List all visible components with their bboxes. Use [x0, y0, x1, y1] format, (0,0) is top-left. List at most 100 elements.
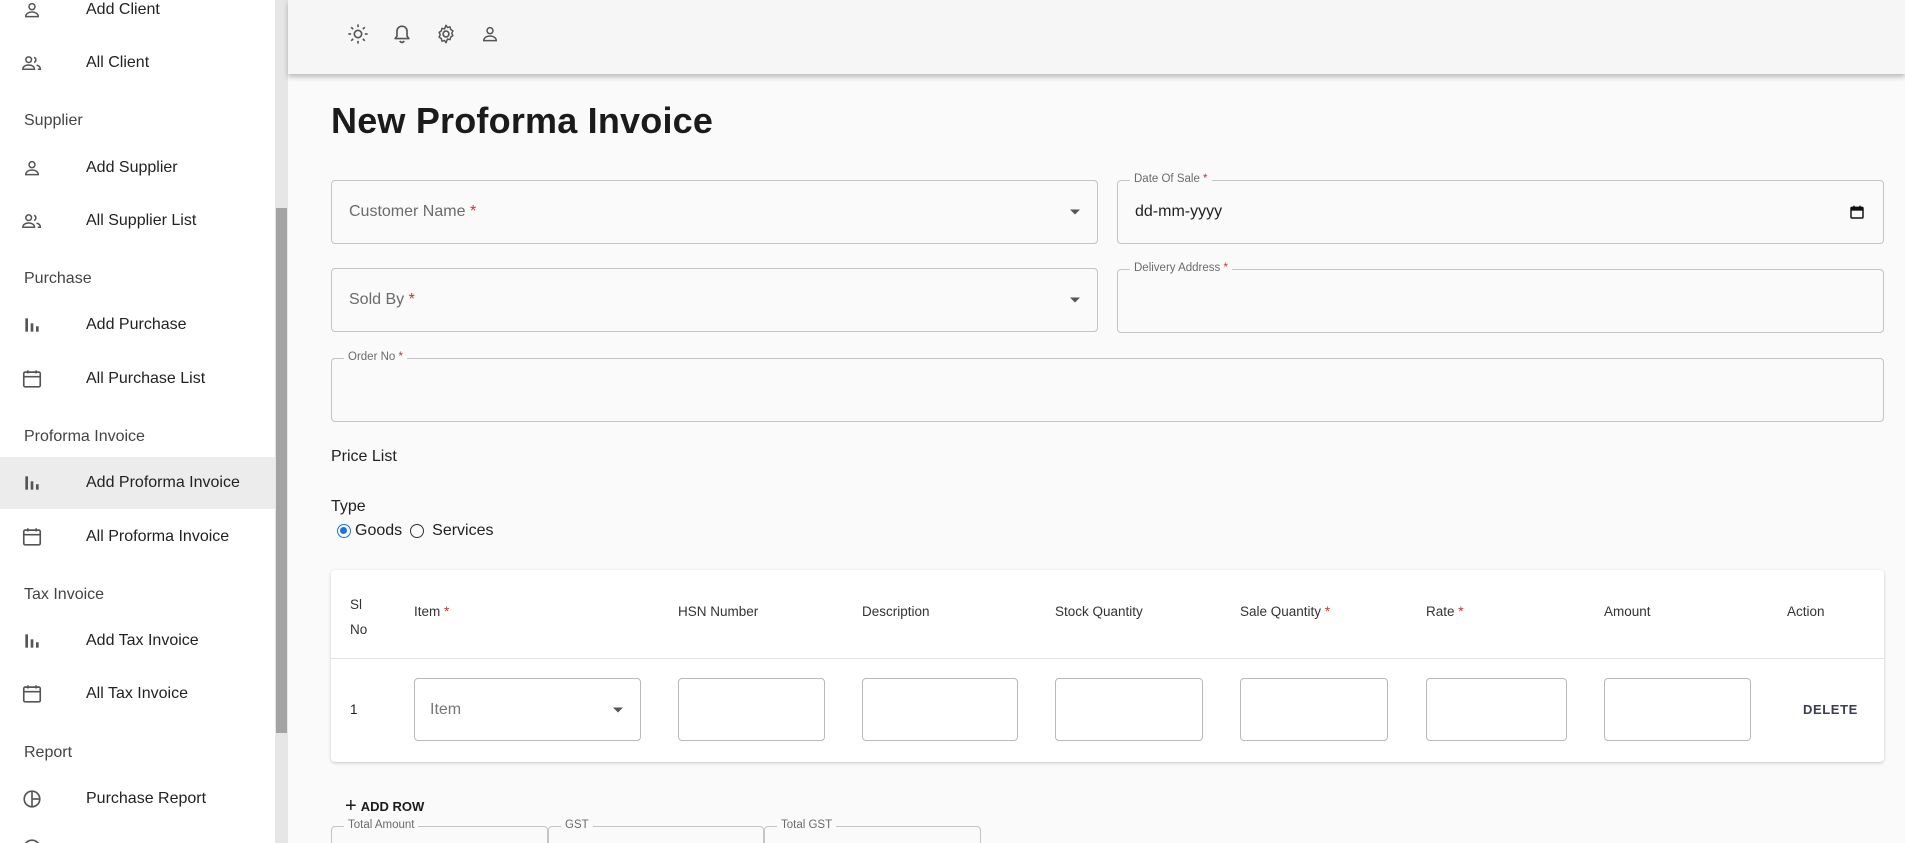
sidebar-item-label: All Tax Invoice [86, 685, 188, 702]
calendar-icon[interactable] [1849, 204, 1865, 220]
sidebar-item-purchase-report[interactable]: Purchase Report [0, 773, 275, 825]
items-table: Sl No Item * HSN Number Description Stoc… [331, 570, 1884, 762]
stock-quantity-input[interactable] [1055, 678, 1203, 741]
plus-icon: + [345, 795, 357, 817]
required-mark: * [1324, 604, 1331, 619]
sidebar-section-supplier: Supplier [24, 112, 83, 129]
total-amount-label: Total Amount [344, 819, 419, 831]
services-radio-label[interactable]: Services [432, 522, 493, 540]
sun-icon[interactable] [346, 22, 370, 46]
calendar-icon [20, 525, 44, 549]
sold-by-placeholder-text: Sold By [349, 291, 405, 308]
sidebar-item-label: Add Purchase [86, 316, 187, 333]
column-header-item-text: Item [414, 604, 441, 619]
column-header-sl-line1: Sl [350, 597, 363, 612]
column-header-sl-no: Sl No [350, 592, 367, 642]
sidebar-section-purchase: Purchase [24, 270, 92, 287]
order-no-label-text: Order No [348, 351, 396, 363]
sidebar-item-label: Add Supplier [86, 159, 178, 176]
sold-by-placeholder: Sold By * [349, 291, 415, 309]
top-app-bar [288, 0, 1905, 74]
required-mark: * [444, 604, 450, 619]
total-gst-field[interactable]: Total GST [764, 819, 981, 843]
required-mark: * [408, 291, 415, 308]
sidebar-item-all-client[interactable]: All Client [0, 37, 275, 89]
date-of-sale-label-text: Date Of Sale [1134, 173, 1200, 185]
required-mark: * [398, 351, 403, 363]
circle-icon [20, 836, 44, 843]
person-icon [20, 156, 44, 180]
sidebar-item-all-supplier-list[interactable]: All Supplier List [0, 195, 275, 247]
calendar-icon [20, 682, 44, 706]
delete-row-button[interactable]: DELETE [1803, 702, 1858, 717]
order-no-field[interactable]: Order No * [331, 351, 1884, 422]
sidebar-section-tax-invoice: Tax Invoice [24, 586, 105, 603]
sidebar-item-add-proforma-invoice[interactable]: Add Proforma Invoice [0, 457, 275, 509]
column-header-stock-quantity: Stock Quantity [1055, 604, 1143, 619]
date-of-sale-label: Date Of Sale * [1130, 173, 1212, 185]
bar-chart-icon [20, 313, 44, 337]
type-label: Type [331, 498, 366, 515]
sidebar-item-all-proforma-invoice[interactable]: All Proforma Invoice [0, 511, 275, 563]
column-header-action: Action [1787, 604, 1825, 619]
goods-radio-label[interactable]: Goods [355, 522, 402, 540]
account-icon[interactable] [478, 22, 502, 46]
sidebar-item-label: Add Tax Invoice [86, 632, 199, 649]
people-icon [20, 209, 44, 233]
sidebar: Add Client All Client Supplier Add Suppl… [0, 0, 275, 843]
column-header-sale-quantity: Sale Quantity * [1240, 604, 1330, 619]
sidebar-item-label: All Supplier List [86, 212, 197, 229]
type-radio-group: Goods Services [337, 522, 494, 540]
column-header-rate: Rate * [1426, 604, 1464, 619]
sidebar-item-add-supplier[interactable]: Add Supplier [0, 142, 275, 194]
description-input[interactable] [862, 678, 1018, 741]
sold-by-select[interactable]: Sold By * [331, 268, 1098, 332]
price-list-label: Price List [331, 448, 397, 465]
sidebar-scrollbar-thumb[interactable] [276, 208, 287, 733]
pie-chart-icon [20, 787, 44, 811]
sidebar-item-all-tax-invoice[interactable]: All Tax Invoice [0, 668, 275, 720]
customer-name-placeholder-text: Customer Name [349, 203, 466, 220]
item-select-placeholder: Item [430, 700, 462, 718]
column-header-rate-text: Rate [1426, 604, 1455, 619]
item-select[interactable]: Item [414, 678, 641, 741]
order-no-label: Order No * [344, 351, 407, 363]
add-row-label: ADD ROW [360, 798, 425, 814]
goods-radio[interactable] [337, 524, 351, 538]
row-sl-number: 1 [350, 702, 358, 717]
sidebar-item-label: Purchase Report [86, 790, 207, 807]
hsn-number-input[interactable] [678, 678, 825, 741]
gst-label: GST [561, 819, 593, 831]
column-header-item: Item * [414, 604, 449, 619]
sidebar-item-all-purchase-list[interactable]: All Purchase List [0, 353, 275, 405]
total-amount-field[interactable]: Total Amount [331, 819, 548, 843]
sidebar-item-add-client[interactable]: Add Client [0, 0, 275, 36]
column-header-hsn: HSN Number [678, 604, 759, 619]
column-header-amount: Amount [1604, 604, 1651, 619]
column-header-description: Description [862, 604, 930, 619]
sidebar-item-add-purchase[interactable]: Add Purchase [0, 299, 275, 351]
people-icon [20, 51, 44, 75]
date-of-sale-field[interactable]: Date Of Sale * dd-mm-yyyy [1117, 173, 1884, 244]
add-row-button[interactable]: + ADD ROW [345, 796, 424, 816]
chevron-down-icon [1070, 209, 1080, 215]
customer-name-select[interactable]: Customer Name * [331, 180, 1098, 244]
bell-icon[interactable] [390, 22, 414, 46]
sidebar-item-label: All Purchase List [86, 370, 206, 387]
settings-icon[interactable] [434, 22, 458, 46]
table-row-divider [331, 658, 1884, 659]
delivery-address-label: Delivery Address * [1130, 262, 1232, 274]
sidebar-item-label: Add Proforma Invoice [86, 474, 240, 491]
sale-quantity-input[interactable] [1240, 678, 1388, 741]
sidebar-section-report: Report [24, 744, 73, 761]
page-title: New Proforma Invoice [331, 100, 714, 141]
amount-input[interactable] [1604, 678, 1751, 741]
sidebar-item-add-tax-invoice[interactable]: Add Tax Invoice [0, 615, 275, 667]
gst-field[interactable]: GST [548, 819, 764, 843]
sidebar-item-next[interactable] [0, 822, 275, 843]
required-mark: * [469, 203, 477, 220]
delivery-address-field[interactable]: Delivery Address * [1117, 262, 1884, 333]
services-radio[interactable] [410, 524, 425, 538]
rate-input[interactable] [1426, 678, 1567, 741]
customer-name-placeholder: Customer Name * [349, 203, 476, 221]
